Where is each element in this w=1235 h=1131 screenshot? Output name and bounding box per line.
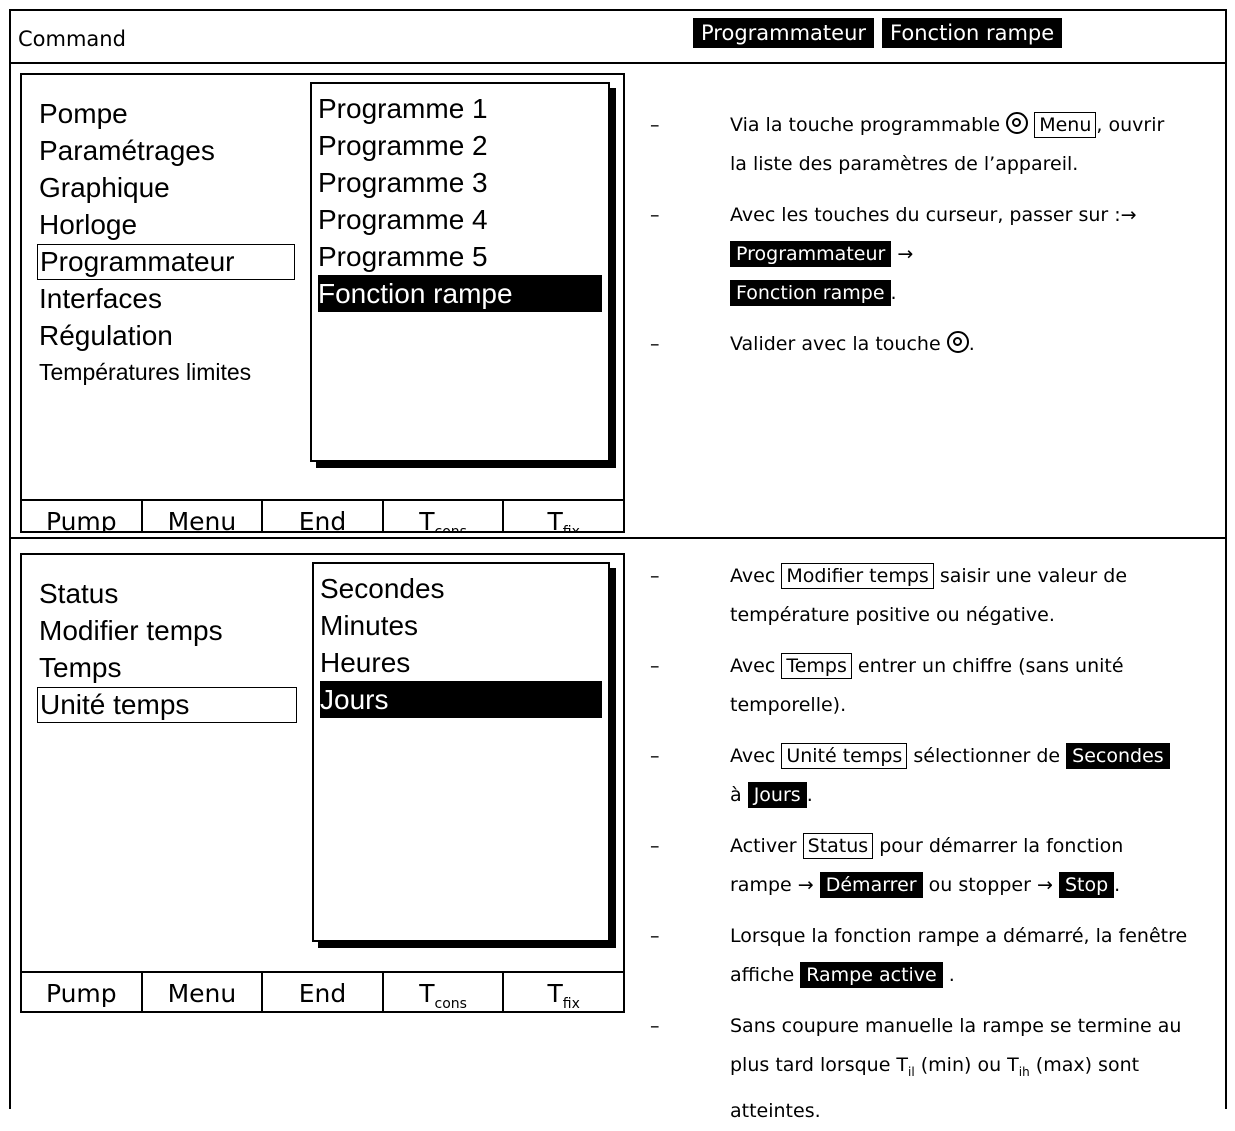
key-status: Status (802, 833, 874, 859)
softkey-tcons[interactable]: Tcons (384, 501, 505, 531)
step-item: – Avec Unité temps sélectionner de Secon… (650, 737, 1225, 815)
submenu-item[interactable]: Secondes (320, 570, 602, 607)
header-title: Command (18, 27, 126, 51)
softkey-pump[interactable]: Pump (22, 501, 143, 531)
softkey-menu[interactable]: Menu (143, 501, 264, 531)
submenu-item[interactable]: Programme 5 (318, 238, 602, 275)
key-jours: Jours (747, 782, 807, 808)
menu-item-selected[interactable]: Unité temps (37, 687, 297, 723)
main-menu-list: Pompe Paramétrages Graphique Horloge Pro… (37, 95, 295, 391)
key-demarrer: Démarrer (819, 872, 923, 898)
knob-icon (1006, 112, 1029, 134)
menu-item[interactable]: Régulation (39, 317, 295, 354)
menu-item[interactable]: Pompe (39, 95, 295, 132)
menu-item[interactable]: Interfaces (39, 280, 295, 317)
tag-programmateur: Programmateur (693, 18, 875, 48)
key-menu: Menu (1034, 112, 1097, 138)
key-modifier-temps: Modifier temps (781, 563, 934, 589)
step-item: – Activer Status pour démarrer la foncti… (650, 833, 1124, 898)
submenu-item[interactable]: Programme 4 (318, 201, 602, 238)
submenu-unite-temps: Secondes Minutes Heures Jours (312, 562, 610, 942)
softkey-pump[interactable]: Pump (22, 973, 143, 1011)
key-stop: Stop (1058, 872, 1115, 898)
step-item: – Sans coupure manuelle la rampe se term… (650, 1015, 1182, 1122)
step-item: – Valider avec la touche . (650, 331, 975, 355)
key-programmateur: Programmateur (730, 241, 892, 267)
submenu-item-highlighted[interactable]: Jours (320, 681, 602, 718)
key-fonction-rampe: Fonction rampe (730, 280, 891, 306)
menu-item-selected[interactable]: Programmateur (37, 244, 295, 280)
step-item: – Avec Modifier temps saisir une valeur … (650, 563, 1128, 626)
key-rampe-active: Rampe active (800, 962, 943, 988)
step-item: – Avec Temps entrer un chiffre (sans uni… (650, 653, 1124, 716)
softkey-end[interactable]: End (263, 501, 384, 531)
menu-item[interactable]: Modifier temps (39, 612, 297, 649)
softkey-bar: Pump Menu End Tcons Tfix (22, 499, 623, 531)
menu-item[interactable]: Températures limites (39, 354, 295, 391)
steps-list-2: – Avec Modifier temps saisir une valeur … (650, 557, 1225, 1131)
ramp-menu-list: Status Modifier temps Temps Unité temps (37, 575, 297, 723)
softkey-end[interactable]: End (263, 973, 384, 1011)
menu-item[interactable]: Graphique (39, 169, 295, 206)
step-item: – Via la touche programmable Menu, ouvri… (650, 112, 1165, 175)
key-temps: Temps (781, 653, 852, 679)
key-unite-temps: Unité temps (781, 743, 908, 769)
submenu-item[interactable]: Minutes (320, 607, 602, 644)
header-tags: Programmateur Fonction rampe (693, 18, 1063, 48)
steps-list-1: – Via la touche programmable Menu, ouvri… (650, 106, 1225, 364)
step-item: – Lorsque la fonction rampe a démarré, l… (650, 925, 1188, 988)
softkey-tfix[interactable]: Tfix (504, 501, 623, 531)
softkey-tcons[interactable]: Tcons (384, 973, 505, 1011)
menu-item[interactable]: Paramétrages (39, 132, 295, 169)
softkey-bar: Pump Menu End Tcons Tfix (22, 971, 623, 1011)
menu-item[interactable]: Temps (39, 649, 297, 686)
submenu-item-highlighted[interactable]: Fonction rampe (318, 275, 602, 312)
device-screen-1: Pompe Paramétrages Graphique Horloge Pro… (20, 73, 625, 533)
menu-item[interactable]: Horloge (39, 206, 295, 243)
key-secondes: Secondes (1066, 743, 1170, 769)
section-divider (9, 537, 1227, 539)
softkey-menu[interactable]: Menu (143, 973, 264, 1011)
submenu-item[interactable]: Programme 3 (318, 164, 602, 201)
knob-icon (946, 331, 969, 353)
header-divider (9, 62, 1227, 64)
tag-fonction-rampe: Fonction rampe (882, 18, 1063, 48)
step-item: – Avec les touches du curseur, passer su… (650, 204, 1137, 306)
submenu-programmateur: Programme 1 Programme 2 Programme 3 Prog… (310, 82, 610, 462)
menu-item[interactable]: Status (39, 575, 297, 612)
softkey-tfix[interactable]: Tfix (504, 973, 623, 1011)
submenu-item[interactable]: Programme 2 (318, 127, 602, 164)
submenu-item[interactable]: Programme 1 (318, 90, 602, 127)
device-screen-2: Status Modifier temps Temps Unité temps … (20, 553, 625, 1013)
submenu-item[interactable]: Heures (320, 644, 602, 681)
